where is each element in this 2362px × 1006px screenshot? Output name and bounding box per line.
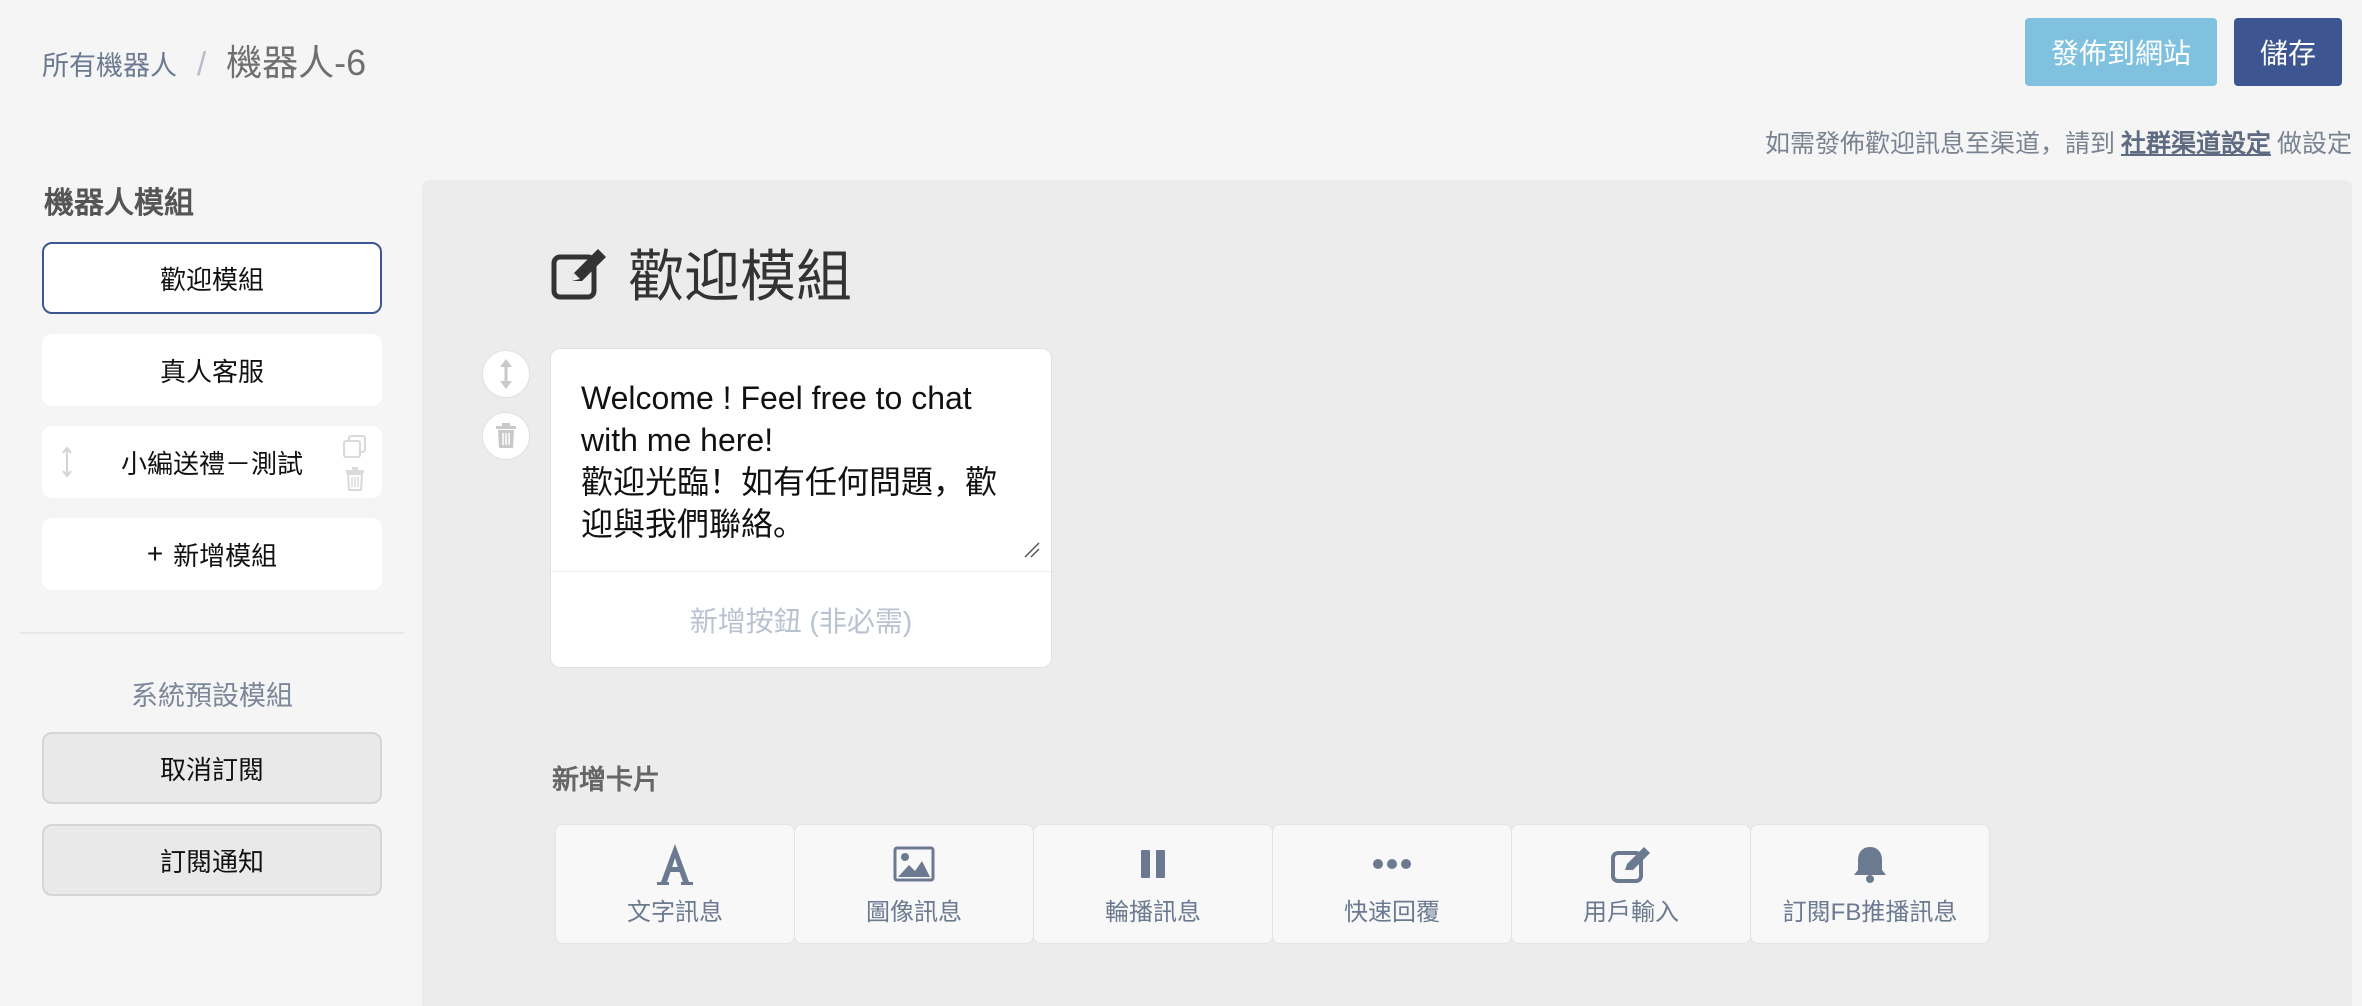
card-type-label: 快速回覆 <box>1344 898 1440 926</box>
publish-to-website-button[interactable]: 發佈到網站 <box>2025 18 2217 86</box>
text-message-card: Welcome ! Feel free to chat with me here… <box>550 348 1052 668</box>
card-tools <box>482 350 530 460</box>
trash-icon[interactable] <box>342 466 368 492</box>
card-type-toolbar: 文字訊息 圖像訊息 輪播訊息 快速回覆 用戶輸入 訂閱FB推播訊息 <box>555 824 1990 944</box>
drag-handle-icon[interactable] <box>60 445 74 479</box>
notice-prefix: 如需發佈歡迎訊息至渠道，請到 <box>1764 130 2115 158</box>
page-title: 機器人-6 <box>226 42 367 83</box>
social-channel-settings-link[interactable]: 社群渠道設定 <box>2121 130 2271 158</box>
card-type-text[interactable]: 文字訊息 <box>555 824 795 944</box>
breadcrumb-parent-link[interactable]: 所有機器人 <box>42 44 177 83</box>
bell-icon <box>1848 842 1892 886</box>
card-type-fb-subscribe[interactable]: 訂閱FB推播訊息 <box>1750 824 1990 944</box>
plus-icon: + <box>146 538 164 569</box>
card-type-image[interactable]: 圖像訊息 <box>794 824 1034 944</box>
module-item-live-agent[interactable]: 真人客服 <box>42 334 382 406</box>
module-label: 真人客服 <box>159 356 264 387</box>
edit-icon <box>551 248 606 299</box>
breadcrumb-separator: / <box>197 45 207 82</box>
card-type-label: 輪播訊息 <box>1105 898 1201 926</box>
sidebar-divider <box>20 632 404 634</box>
card-type-label: 用戶輸入 <box>1583 898 1679 926</box>
system-modules-title: 系統預設模組 <box>131 681 293 711</box>
delete-card-button[interactable] <box>482 412 530 460</box>
add-button-optional[interactable]: 新增按鈕 (非必需) <box>551 571 1051 669</box>
system-module-subscribe-notification[interactable]: 訂閱通知 <box>42 824 382 896</box>
channel-notice: 如需發佈歡迎訊息至渠道，請到 社群渠道設定 做設定 <box>1765 124 2352 160</box>
sidebar-title: 機器人模組 <box>44 187 194 220</box>
image-icon <box>892 842 936 886</box>
text-a-icon <box>653 842 697 886</box>
copy-icon[interactable] <box>342 434 368 460</box>
add-module-button[interactable]: + 新增模組 <box>42 518 382 590</box>
notice-suffix: 做設定 <box>2276 130 2352 158</box>
system-module-label: 訂閱通知 <box>159 846 264 877</box>
card-type-user-input[interactable]: 用戶輸入 <box>1511 824 1751 944</box>
system-module-label: 取消訂閱 <box>159 754 264 785</box>
module-label: 小編送禮－測試 <box>120 448 303 479</box>
card-type-label: 訂閱FB推播訊息 <box>1782 898 1958 926</box>
message-textarea[interactable]: Welcome ! Feel free to chat with me here… <box>581 377 1021 545</box>
module-item-gift-test[interactable]: 小編送禮－測試 <box>42 426 382 498</box>
drag-vertical-icon <box>500 359 512 389</box>
card-type-label: 圖像訊息 <box>866 898 962 926</box>
resize-grip-icon[interactable] <box>1021 539 1041 559</box>
carousel-icon <box>1131 842 1175 886</box>
card-type-label: 文字訊息 <box>627 898 723 926</box>
module-heading: 歡迎模組 <box>550 232 852 313</box>
card-type-quick-reply[interactable]: 快速回覆 <box>1272 824 1512 944</box>
reorder-card-button[interactable] <box>482 350 530 398</box>
breadcrumb: 所有機器人 / 機器人-6 <box>42 34 366 86</box>
edit-icon <box>1609 842 1653 886</box>
save-button[interactable]: 儲存 <box>2234 18 2342 86</box>
module-item-welcome[interactable]: 歡迎模組 <box>42 242 382 314</box>
system-module-unsubscribe[interactable]: 取消訂閱 <box>42 732 382 804</box>
add-card-label: 新增卡片 <box>552 765 660 795</box>
card-type-carousel[interactable]: 輪播訊息 <box>1033 824 1273 944</box>
ellipsis-icon <box>1370 842 1414 886</box>
module-label: 歡迎模組 <box>159 264 264 295</box>
add-module-label: 新增模組 <box>173 540 278 571</box>
trash-icon <box>496 423 516 448</box>
module-title: 歡迎模組 <box>628 245 852 308</box>
